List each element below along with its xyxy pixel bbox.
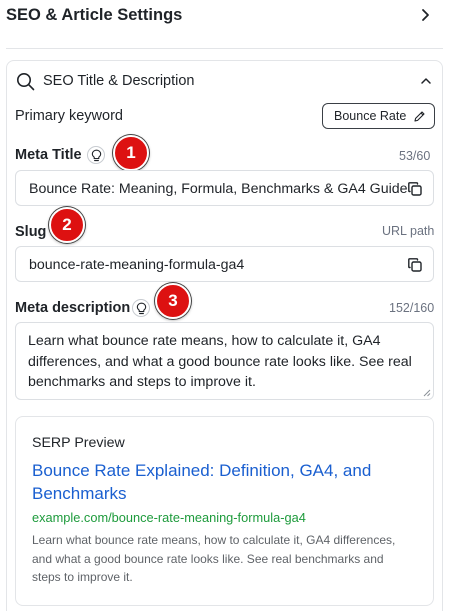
seo-section-header[interactable]: SEO Title & Description	[7, 61, 442, 101]
chevron-right-icon[interactable]	[417, 7, 433, 23]
serp-preview-title[interactable]: Bounce Rate Explained: Definition, GA4, …	[32, 460, 412, 505]
copy-icon[interactable]	[407, 257, 423, 273]
primary-keyword-button[interactable]: Bounce Rate	[322, 103, 435, 129]
lightbulb-icon[interactable]	[132, 299, 150, 317]
lightbulb-icon[interactable]	[87, 146, 105, 164]
meta-title-input[interactable]: Bounce Rate: Meaning, Formula, Benchmark…	[15, 170, 434, 206]
serp-preview-url: example.com/bounce-rate-meaning-formula-…	[32, 510, 306, 525]
annotation-badge-2: 2	[49, 207, 85, 243]
meta-description-counter: 152/160	[389, 301, 435, 315]
meta-title-label: Meta Title	[15, 147, 82, 163]
meta-title-counter: 53/60	[399, 149, 431, 163]
slug-value: bounce-rate-meaning-formula-ga4	[29, 257, 245, 273]
primary-keyword-label: Primary keyword	[15, 108, 123, 124]
slug-helper-text: URL path	[382, 224, 435, 238]
seo-section-panel: SEO Title & Description Primary keyword …	[6, 60, 443, 611]
meta-description-label: Meta description	[15, 300, 131, 316]
section-title: SEO Title & Description	[43, 73, 195, 89]
meta-description-value: Learn what bounce rate means, how to cal…	[28, 333, 412, 390]
slug-input[interactable]: bounce-rate-meaning-formula-ga4	[15, 246, 434, 282]
search-icon	[17, 73, 35, 91]
resize-grip-icon[interactable]	[423, 389, 431, 397]
page-title: SEO & Article Settings	[6, 6, 183, 24]
serp-preview-card: SERP Preview Bounce Rate Explained: Defi…	[15, 416, 434, 606]
serp-preview-description: Learn what bounce rate means, how to cal…	[32, 533, 396, 584]
primary-keyword-value: Bounce Rate	[334, 109, 407, 123]
slug-label: Slug	[15, 224, 47, 240]
serp-preview-label: SERP Preview	[32, 435, 125, 451]
meta-title-value: Bounce Rate: Meaning, Formula, Benchmark…	[29, 181, 408, 197]
annotation-badge-3: 3	[155, 283, 191, 319]
header-divider	[6, 48, 443, 49]
chevron-up-icon[interactable]	[419, 74, 433, 88]
settings-header: SEO & Article Settings	[0, 0, 449, 40]
meta-description-textarea[interactable]: Learn what bounce rate means, how to cal…	[15, 322, 434, 400]
pencil-icon	[414, 111, 425, 122]
annotation-badge-1: 1	[113, 135, 149, 171]
copy-icon[interactable]	[407, 181, 423, 197]
